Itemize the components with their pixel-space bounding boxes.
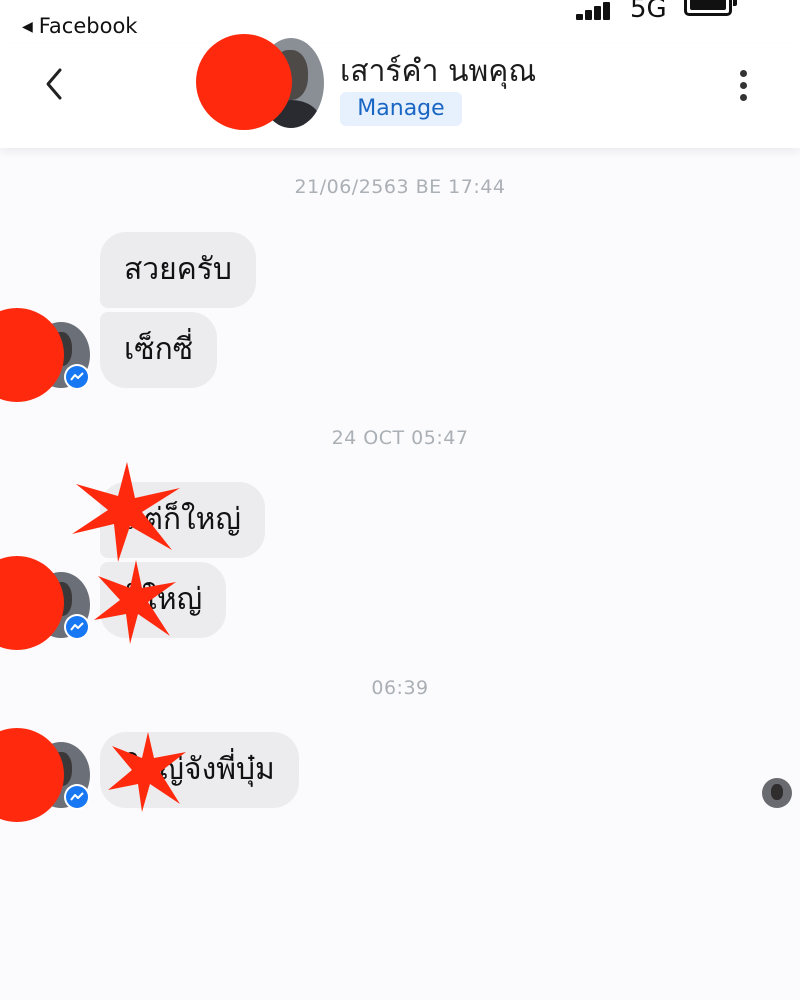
timestamp: 24 OCT 05:47 — [331, 427, 469, 449]
timestamp: 21/06/2563 BE 17:44 — [294, 176, 506, 198]
back-triangle-icon: ◀ — [22, 19, 33, 35]
chevron-left-icon[interactable] — [40, 66, 68, 102]
battery-icon — [684, 0, 737, 16]
manage-button[interactable]: Manage — [340, 92, 462, 126]
status-bar: ◀ Facebook 5G — [0, 0, 800, 44]
read-receipt-avatar — [762, 778, 792, 808]
conversation-header: เสาร์คำ นพคุณ Manage — [0, 34, 800, 148]
messenger-icon — [64, 364, 90, 390]
more-vertical-icon[interactable] — [734, 68, 754, 108]
text-redaction-star — [108, 732, 186, 812]
message-bubble[interactable]: สวยครับ — [100, 232, 256, 308]
signal-icon — [576, 2, 620, 20]
message-bubble[interactable]: เซ็กซี่ — [100, 312, 218, 388]
avatar-redaction — [196, 34, 292, 130]
back-app-label: Facebook — [38, 14, 138, 38]
back-to-app-link[interactable]: ◀ Facebook — [22, 14, 137, 38]
messenger-icon — [64, 784, 90, 810]
text-redaction-star — [72, 462, 180, 562]
timestamp: 06:39 — [371, 677, 429, 699]
contact-name[interactable]: เสาร์คำ นพคุณ — [340, 48, 536, 95]
messenger-icon — [64, 614, 90, 640]
text-redaction-star — [94, 560, 176, 644]
network-label: 5G — [630, 0, 667, 24]
